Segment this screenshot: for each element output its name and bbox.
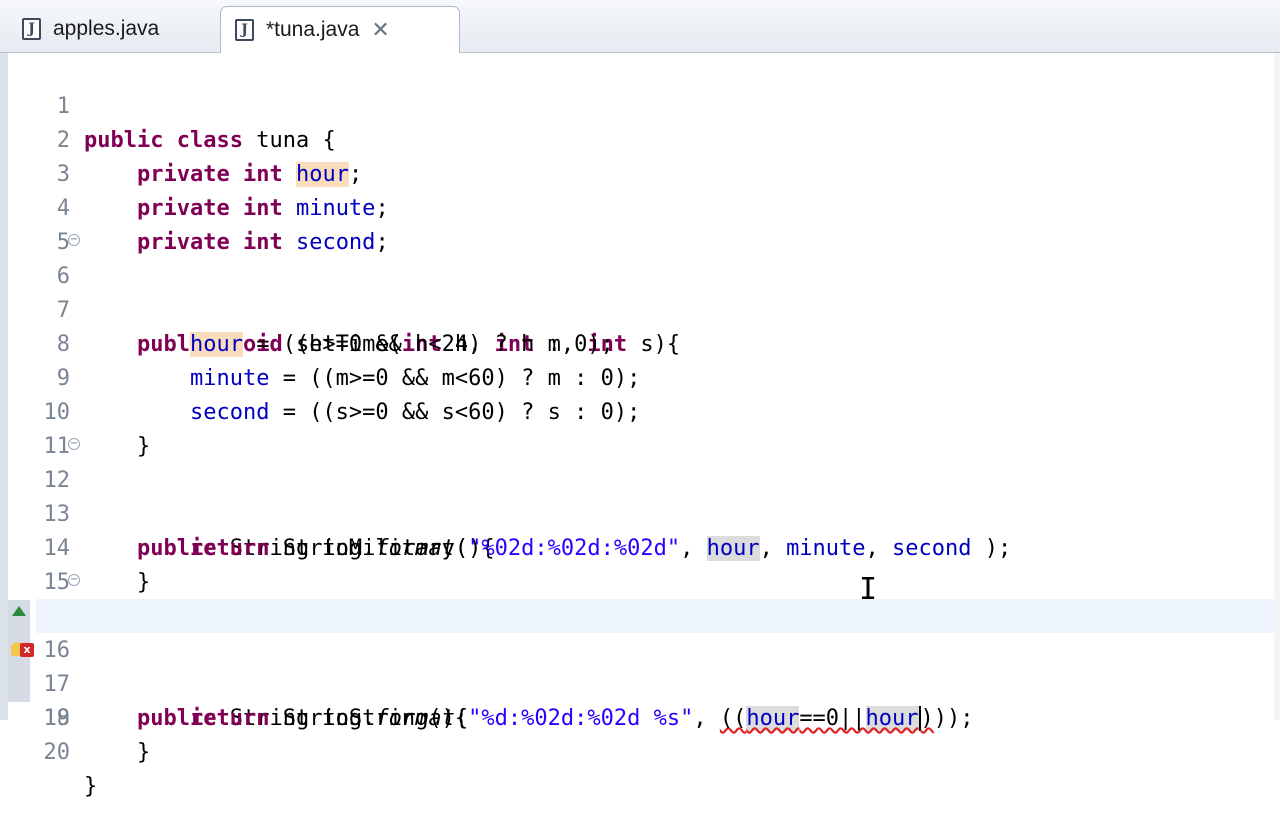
code-line: 20 } — [8, 702, 1280, 799]
code-line: 14 } — [8, 498, 1280, 595]
collapse-fold-icon[interactable]: − — [68, 438, 80, 450]
code-line: 9 second = ((s>=0 && s<60) ? s : 0); — [8, 328, 1280, 425]
tab-label: apples.java — [53, 17, 160, 40]
vertical-scrollbar[interactable] — [1274, 53, 1280, 720]
code-line: 2 private int hour; — [8, 90, 1280, 187]
code-line: 7 hour = ((h>=0 && h<24) ? h : 0); — [8, 260, 1280, 357]
code-text: } — [84, 774, 98, 799]
java-file-icon: J — [235, 19, 254, 41]
code-line: 1 public class tuna { — [8, 56, 1280, 153]
code-line: 6 − public void setTime(int h, int m, in… — [8, 226, 1280, 357]
tab-tuna-java[interactable]: J *tuna.java ✕ — [220, 6, 460, 53]
code-line: 13 return String.format("%02d:%02d:%02d"… — [8, 464, 1280, 561]
code-line: 3 private int minute; — [8, 124, 1280, 221]
code-line: 15 — [8, 532, 1280, 595]
code-editor[interactable]: 1 public class tuna { 2 private int hour… — [0, 53, 1280, 799]
code-text: } — [136, 740, 151, 765]
line-number: 20 — [43, 740, 71, 765]
code-line: 12 − public String toMilitary(){ — [8, 430, 1280, 561]
mouse-ibeam-cursor-icon: I — [859, 572, 878, 607]
code-line: 8 minute = ((m>=0 && m<60) ? m : 0); — [8, 294, 1280, 391]
code-line: 4 private int second; — [8, 158, 1280, 255]
editor-tab-bar: J apples.java J *tuna.java ✕ — [0, 0, 1280, 53]
code-line-current: x 17 return String.format("%d:%02d:%02d … — [8, 600, 1280, 731]
collapse-fold-icon[interactable]: − — [68, 234, 80, 246]
tab-apples-java[interactable]: J apples.java — [8, 6, 216, 52]
code-line: 10 } — [8, 362, 1280, 459]
code-line: 11 — [8, 396, 1280, 459]
collapse-fold-icon[interactable]: − — [68, 574, 80, 586]
tab-label: *tuna.java — [266, 18, 360, 41]
close-tab-icon[interactable]: ✕ — [371, 19, 389, 41]
code-line: 19 — [8, 668, 1280, 731]
code-line: 5 — [8, 192, 1280, 255]
code-line: 16 − public String toString(){ — [8, 566, 1280, 731]
java-file-icon: J — [22, 18, 41, 40]
code-line: 18 } — [8, 634, 1280, 765]
